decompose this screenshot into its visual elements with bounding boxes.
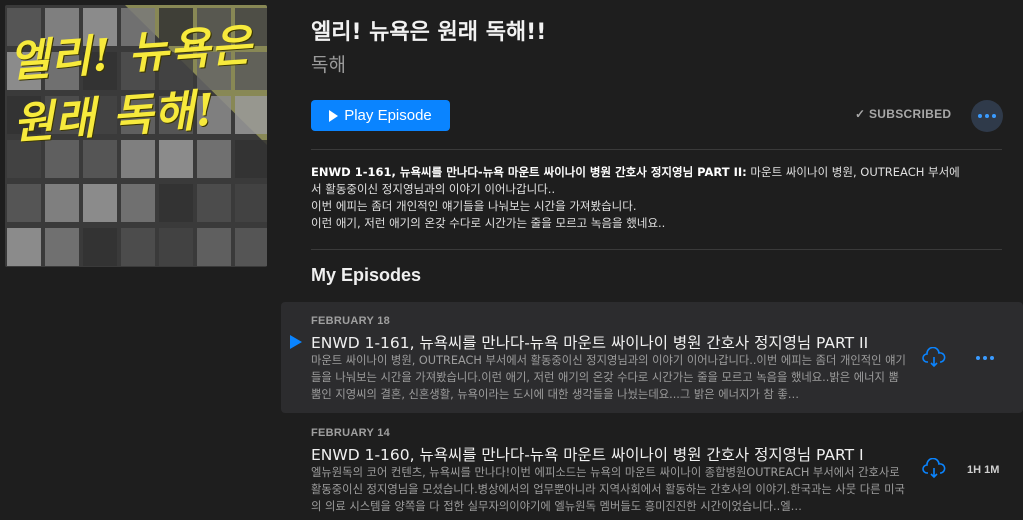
featured-desc-line3: 이번 에피는 좀더 개인적인 얘기들을 나눠보는 시간을 가져봤습니다. xyxy=(311,199,637,213)
download-cloud-icon[interactable] xyxy=(922,347,946,369)
section-title: My Episodes xyxy=(311,265,422,285)
episode-title[interactable]: ENWD 1-161, 뉴욕씨를 만나다-뉴욕 마운트 싸이나이 병원 간호사 … xyxy=(311,331,868,353)
podcast-title: 엘리! 뉴욕은 원래 독해!! xyxy=(311,20,547,45)
featured-episode-description: ENWD 1-161, 뉴욕씨를 만나다-뉴욕 마운트 싸이나이 병원 간호사 … xyxy=(311,164,1001,232)
featured-desc-line1: 마운트 싸이나이 병원, OUTREACH 부서에 xyxy=(746,165,960,179)
more-dot xyxy=(976,356,980,360)
more-dot xyxy=(992,114,996,118)
divider xyxy=(311,149,1002,150)
episode-row[interactable]: FEBRUARY 18 ENWD 1-161, 뉴욕씨를 만나다-뉴욕 마운트 … xyxy=(281,302,1023,413)
subscribed-label: SUBSCRIBED xyxy=(869,107,952,121)
episode-date: FEBRUARY 18 xyxy=(311,315,391,327)
play-episode-button[interactable]: Play Episode xyxy=(311,100,450,131)
download-cloud-icon[interactable] xyxy=(922,458,946,480)
more-dot xyxy=(978,114,982,118)
play-episode-label: Play Episode xyxy=(344,107,432,124)
episode-description: 엘뉴원독의 코어 컨텐츠, 뉴욕씨를 만나다!이번 에피소드는 뉴욕의 마운트 … xyxy=(311,466,905,513)
episode-more-button[interactable] xyxy=(976,356,994,360)
podcast-author[interactable]: 독해 xyxy=(311,50,346,77)
episode-date: FEBRUARY 14 xyxy=(311,427,391,439)
artwork-title-text: 엘리! 뉴욕은 원래 독해! xyxy=(7,19,255,150)
more-options-button[interactable] xyxy=(971,100,1003,132)
episode-row[interactable]: FEBRUARY 14 ENWD 1-160, 뉴욕씨를 만나다-뉴욕 마운트 … xyxy=(281,415,1023,520)
more-dot xyxy=(983,356,987,360)
episode-play-icon[interactable] xyxy=(290,335,302,349)
episode-duration: 1H 1M xyxy=(967,464,1000,476)
episode-description: 마운트 싸이나이 병원, OUTREACH 부서에서 활동중이신 정지영님과의 … xyxy=(311,354,906,401)
more-dot xyxy=(985,114,989,118)
more-dot xyxy=(990,356,994,360)
episode-title[interactable]: ENWD 1-160, 뉴욕씨를 만나다-뉴욕 마운트 싸이나이 병원 간호사 … xyxy=(311,443,864,465)
featured-desc-line4: 이런 애기, 저런 애기의 온갖 수다로 시간가는 줄을 모르고 녹음을 했네요… xyxy=(311,216,666,230)
subscribed-status[interactable]: ✓ SUBSCRIBED xyxy=(855,107,951,121)
featured-desc-line2: 서 활동중이신 정지영님과의 이야기 이어나갑니다.. xyxy=(311,182,556,196)
checkmark-icon: ✓ xyxy=(855,107,866,121)
play-icon xyxy=(329,109,339,122)
divider xyxy=(311,249,1002,250)
podcast-artwork: 엘리! 뉴욕은 원래 독해! xyxy=(5,5,267,267)
featured-episode-title: ENWD 1-161, 뉴욕씨를 만나다-뉴욕 마운트 싸이나이 병원 간호사 … xyxy=(311,165,747,179)
